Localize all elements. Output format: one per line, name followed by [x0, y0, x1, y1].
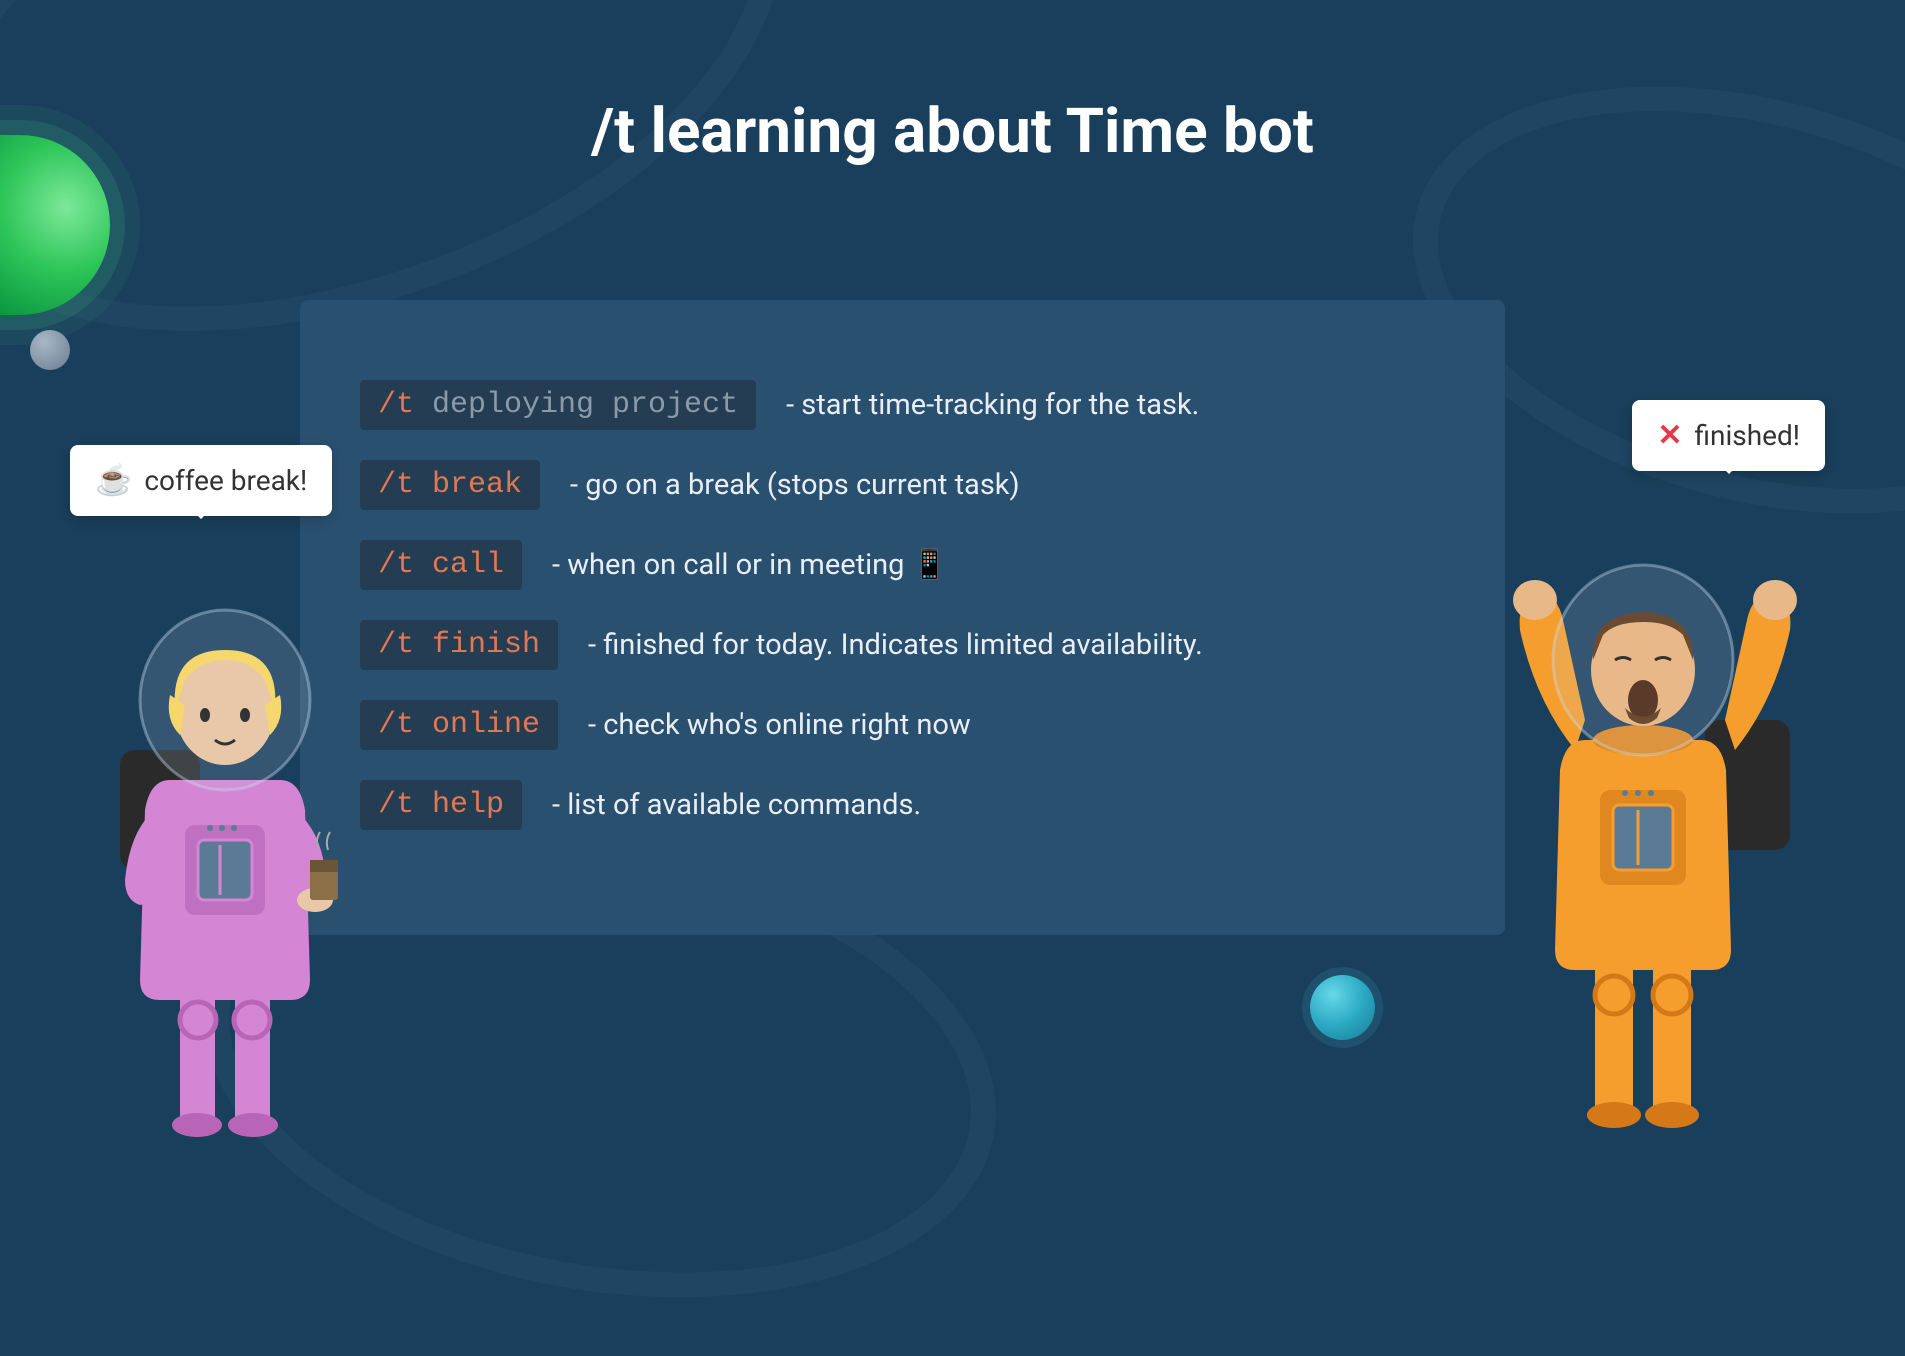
page-title: /t learning about Time bot — [591, 95, 1314, 168]
speech-bubble-right: ✕ finished! — [1632, 400, 1825, 471]
planet-gray-icon — [30, 330, 70, 370]
bubble-text: coffee break! — [144, 464, 307, 497]
bubble-text: finished! — [1694, 419, 1800, 452]
command-arg: deploying project — [414, 388, 738, 422]
command-description: - finished for today. Indicates limited … — [588, 628, 1203, 662]
close-icon: ✕ — [1657, 418, 1682, 453]
command-slash: /t help — [378, 788, 504, 822]
command-row: /t break - go on a break (stops current … — [360, 460, 1445, 510]
command-row: /t online - check who's online right now — [360, 700, 1445, 750]
command-panel: /t deploying project - start time-tracki… — [300, 300, 1505, 935]
command-slash: /t break — [378, 468, 522, 502]
astronaut-orange-illustration — [1475, 540, 1835, 1140]
speech-bubble-left: ☕ coffee break! — [70, 445, 332, 516]
command-row: /t finish - finished for today. Indicate… — [360, 620, 1445, 670]
command-code: /t break — [360, 460, 540, 510]
command-description: - go on a break (stops current task) — [570, 468, 1020, 502]
command-slash: /t online — [378, 708, 540, 742]
command-description: - when on call or in meeting 📱 — [552, 548, 948, 582]
command-slash: /t call — [378, 548, 504, 582]
command-slash: /t finish — [378, 628, 540, 662]
command-slash: /t — [378, 388, 414, 422]
command-description: - check who's online right now — [588, 708, 971, 742]
command-code: /t deploying project — [360, 380, 756, 430]
planet-blue-icon — [1310, 975, 1375, 1040]
command-description: - start time-tracking for the task. — [786, 388, 1199, 422]
command-code: /t online — [360, 700, 558, 750]
coffee-icon: ☕ — [95, 463, 132, 498]
command-row: /t help - list of available commands. — [360, 780, 1445, 830]
command-description: - list of available commands. — [552, 788, 921, 822]
astronaut-pink-illustration — [70, 580, 370, 1140]
command-code: /t finish — [360, 620, 558, 670]
command-row: /t deploying project - start time-tracki… — [360, 380, 1445, 430]
command-code: /t help — [360, 780, 522, 830]
command-code: /t call — [360, 540, 522, 590]
command-row: /t call - when on call or in meeting 📱 — [360, 540, 1445, 590]
